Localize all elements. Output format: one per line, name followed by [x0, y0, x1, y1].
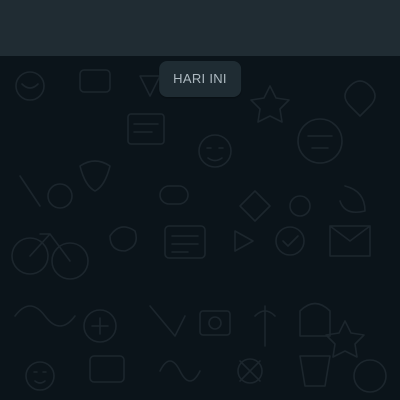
chat-header	[0, 0, 400, 56]
chat-window: HARI INI	[0, 0, 400, 400]
date-divider-badge: HARI INI	[159, 61, 241, 97]
doodle-wallpaper	[11, 69, 387, 393]
message-list[interactable]: HARI INI	[0, 56, 400, 400]
